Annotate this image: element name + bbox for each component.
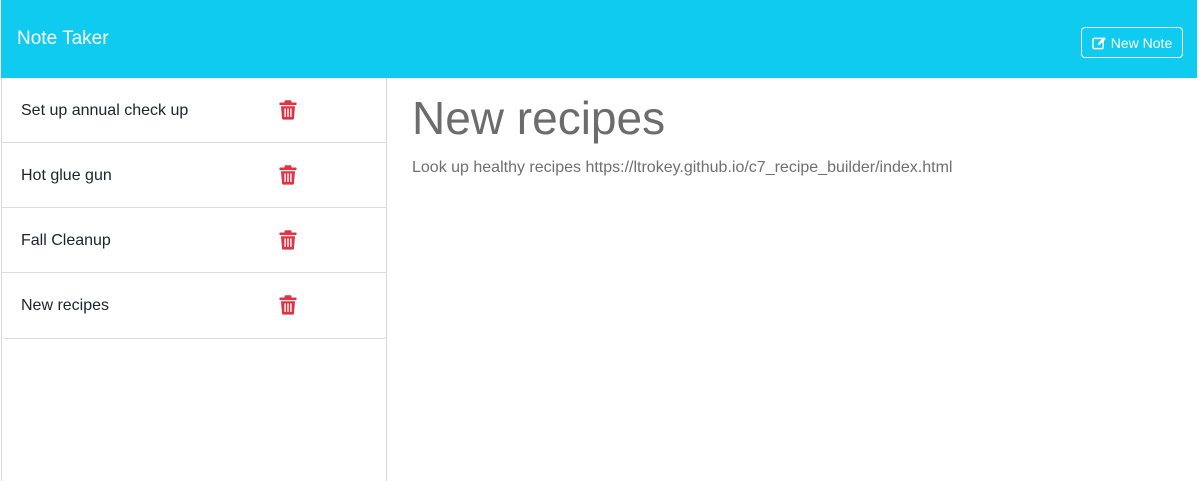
note-title: Hot glue gun <box>21 166 112 184</box>
note-title: Set up annual check up <box>21 101 189 119</box>
navbar: Note Taker New Note <box>1 0 1197 78</box>
note-text-area[interactable]: Look up healthy recipes https://ltrokey.… <box>412 158 952 178</box>
note-title: New recipes <box>21 296 110 314</box>
list-item[interactable]: New recipes <box>2 273 387 338</box>
trash-icon[interactable] <box>279 165 297 185</box>
note-editor: New recipes Look up healthy recipes http… <box>387 78 1197 481</box>
new-note-button[interactable]: New Note <box>1081 27 1183 58</box>
trash-icon[interactable] <box>279 295 297 315</box>
note-title-input[interactable]: New recipes <box>412 92 665 144</box>
list-item[interactable]: Set up annual check up <box>2 78 387 143</box>
note-list: Set up annual check up Hot glue gun Fall… <box>2 78 387 339</box>
list-item[interactable]: Hot glue gun <box>2 143 387 208</box>
list-item[interactable]: Fall Cleanup <box>2 208 387 273</box>
note-title: Fall Cleanup <box>21 231 111 249</box>
sidebar: Set up annual check up Hot glue gun Fall… <box>1 78 387 481</box>
new-note-label: New Note <box>1110 34 1173 51</box>
trash-icon[interactable] <box>279 230 297 250</box>
app-title[interactable]: Note Taker <box>17 28 109 50</box>
edit-icon <box>1091 36 1107 50</box>
trash-icon[interactable] <box>279 100 297 120</box>
